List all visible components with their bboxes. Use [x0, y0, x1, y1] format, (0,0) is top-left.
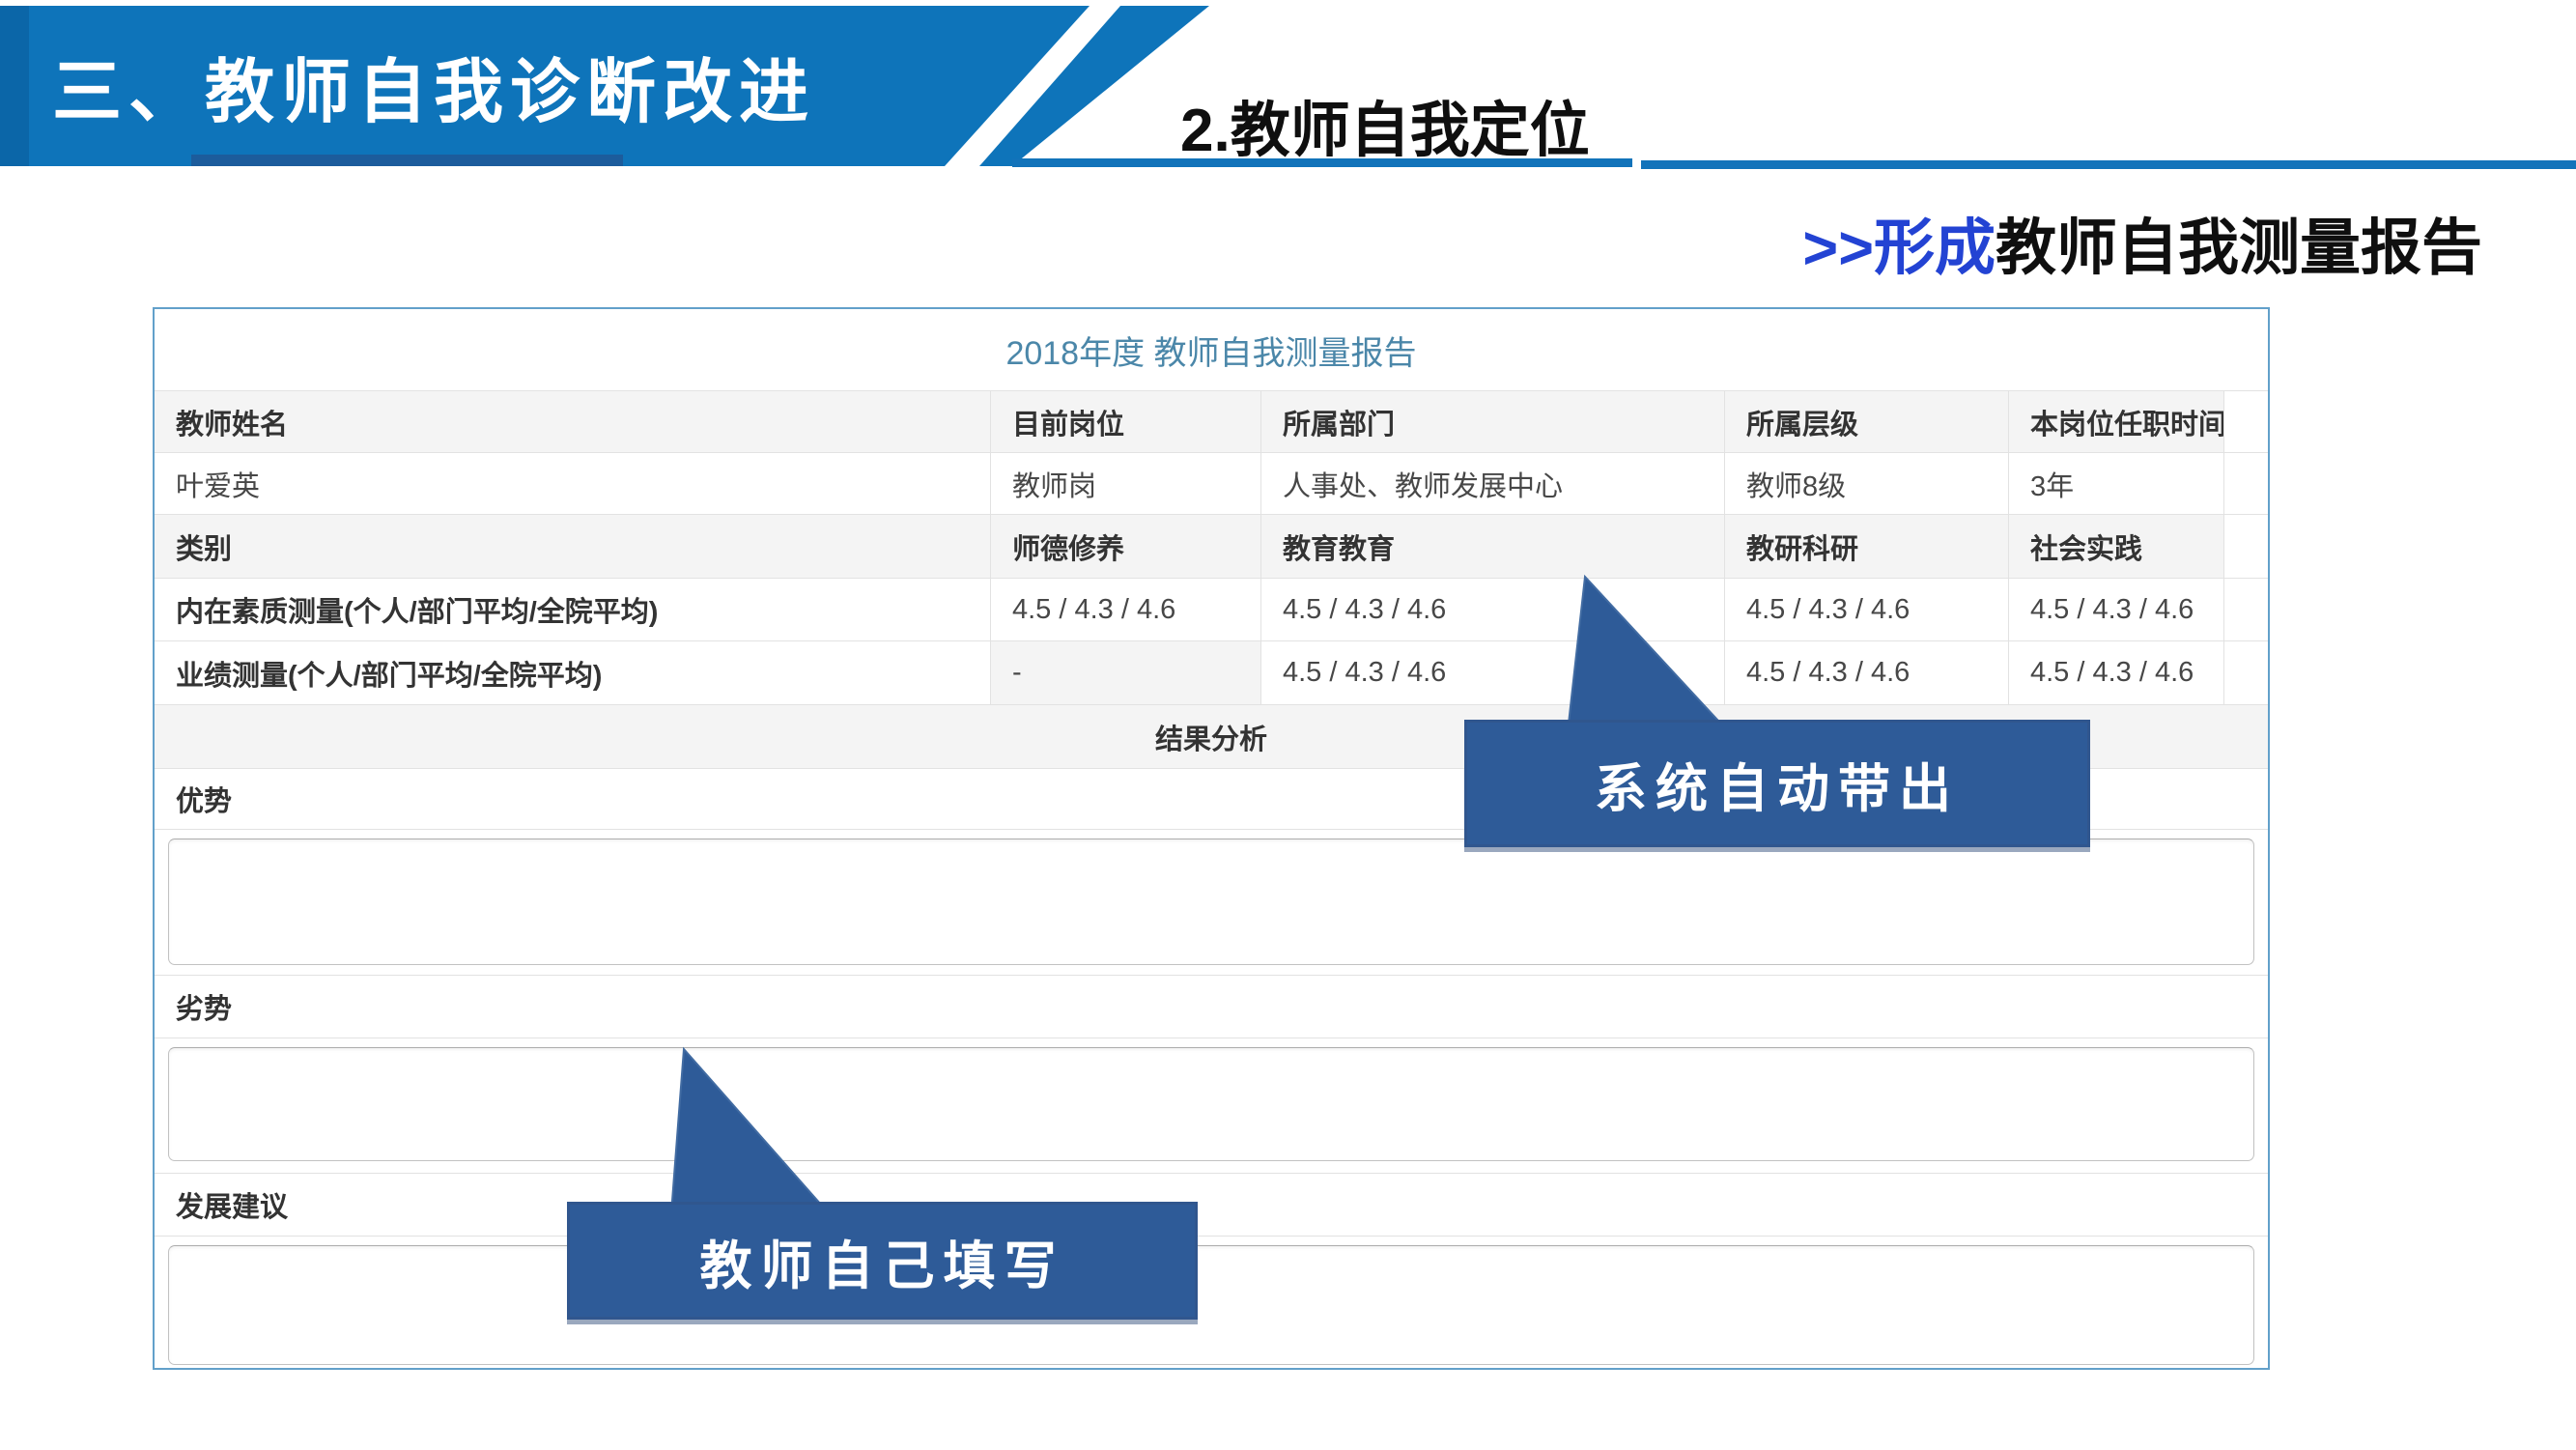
teacher-name-value: 叶爱英: [155, 453, 991, 514]
development-suggestions-label: 发展建议: [155, 1174, 2268, 1237]
spacer-cell: [2224, 641, 2268, 704]
banner-title: 三、教师自我诊断改进: [52, 35, 815, 136]
callout-system-autofill-text: 系统自动带出: [1595, 746, 1960, 822]
development-suggestions-field-row: [155, 1237, 2268, 1373]
col-header-teacher-name: 教师姓名: [155, 391, 991, 452]
report-title: 2018年度 教师自我测量报告: [1005, 327, 1416, 374]
tenure-value: 3年: [2009, 453, 2224, 514]
table-row-info: 叶爱英 教师岗 人事处、教师发展中心 教师8级 3年: [155, 453, 2268, 515]
col-header-level: 所属层级: [1725, 391, 2009, 452]
department-value: 人事处、教师发展中心: [1261, 453, 1725, 514]
performance-research: 4.5 / 4.3 / 4.6: [1725, 641, 2009, 704]
performance-practice: 4.5 / 4.3 / 4.6: [2009, 641, 2224, 704]
callout-system-autofill: 系统自动带出: [1464, 720, 2090, 847]
col-header-current-post: 目前岗位: [991, 391, 1261, 452]
weaknesses-label: 劣势: [155, 976, 2268, 1038]
table-row-inner-quality: 内在素质测量(个人/部门平均/全院平均) 4.5 / 4.3 / 4.6 4.5…: [155, 579, 2268, 641]
callout-pointer-up-icon: [655, 1041, 843, 1215]
inner-quality-ethics: 4.5 / 4.3 / 4.6: [991, 579, 1261, 640]
current-post-value: 教师岗: [991, 453, 1261, 514]
subtitle-chevrons: >>: [1802, 214, 1874, 282]
weaknesses-textarea[interactable]: [168, 1047, 2254, 1161]
table-header-row: 教师姓名 目前岗位 所属部门 所属层级 本岗位任职时间: [155, 391, 2268, 453]
callout-teacher-fill-text: 教师自己填写: [700, 1223, 1065, 1299]
section-title: 2.教师自我定位: [1180, 81, 1590, 168]
category-research: 教研科研: [1725, 515, 2009, 578]
inner-quality-research: 4.5 / 4.3 / 4.6: [1725, 579, 2009, 640]
spacer-cell: [2224, 515, 2268, 578]
category-practice: 社会实践: [2009, 515, 2224, 578]
weaknesses-field-row: [155, 1038, 2268, 1174]
spacer-cell: [2224, 391, 2268, 452]
category-ethics: 师德修养: [991, 515, 1261, 578]
level-value: 教师8级: [1725, 453, 2009, 514]
col-header-department: 所属部门: [1261, 391, 1725, 452]
strengths-field-row: [155, 830, 2268, 976]
subtitle-rest: 教师自我测量报告: [1996, 214, 2482, 282]
callout-pointer-up-icon: [1550, 570, 1743, 734]
category-education: 教育教育: [1261, 515, 1725, 578]
development-suggestions-textarea[interactable]: [168, 1245, 2254, 1365]
callout-teacher-fill: 教师自己填写: [567, 1202, 1198, 1320]
subtitle-highlight: 形成: [1874, 214, 1996, 282]
spacer-cell: [2224, 579, 2268, 640]
spacer-cell: [2224, 453, 2268, 514]
slide: { "banner": { "title": "三、教师自我诊断改进" }, "…: [0, 0, 2576, 1450]
inner-quality-practice: 4.5 / 4.3 / 4.6: [2009, 579, 2224, 640]
strengths-textarea[interactable]: [168, 839, 2254, 965]
report-title-row: 2018年度 教师自我测量报告: [155, 309, 2268, 391]
col-header-tenure: 本岗位任职时间: [2009, 391, 2224, 452]
performance-ethics: -: [991, 641, 1261, 704]
category-label: 类别: [155, 515, 991, 578]
table-row-performance: 业绩测量(个人/部门平均/全院平均) - 4.5 / 4.3 / 4.6 4.5…: [155, 641, 2268, 705]
subtitle: >>形成教师自我测量报告: [1700, 199, 2482, 287]
inner-quality-label: 内在素质测量(个人/部门平均/全院平均): [155, 579, 991, 640]
table-row-category: 类别 师德修养 教育教育 教研科研 社会实践: [155, 515, 2268, 579]
header-divider-line-right: [1641, 160, 2576, 169]
performance-label: 业绩测量(个人/部门平均/全院平均): [155, 641, 991, 704]
